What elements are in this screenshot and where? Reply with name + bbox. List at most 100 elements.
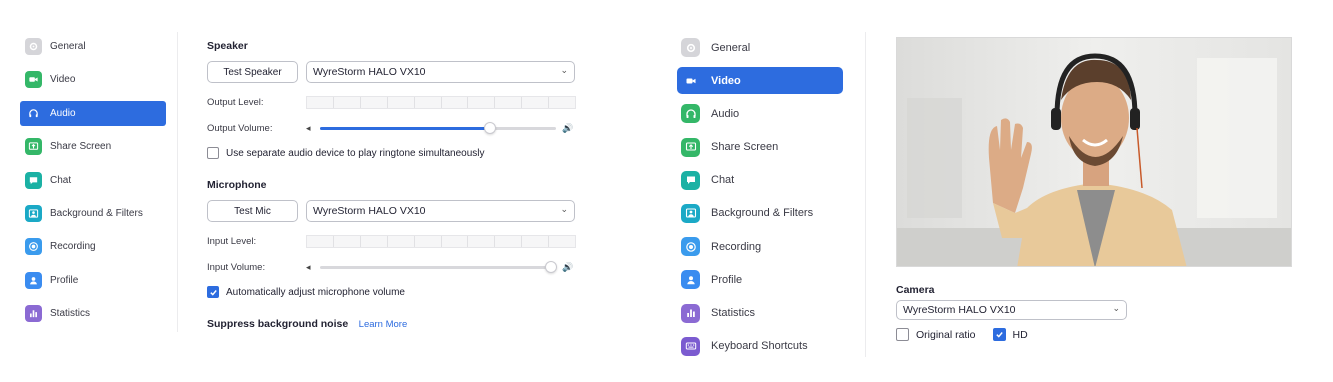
ringtone-device-checkbox[interactable]	[207, 147, 219, 159]
sidebar-item-label: Statistics	[50, 308, 91, 320]
output-volume-label: Output Volume:	[207, 122, 273, 134]
sidebar-item-label: Recording	[50, 241, 96, 253]
chat-icon	[25, 171, 42, 189]
input-level-meter	[306, 234, 576, 248]
original-ratio-label: Original ratio	[916, 328, 976, 341]
microphone-section-title: Microphone	[207, 179, 267, 191]
audio-settings-panel: Speaker Test Speaker WyreStorm HALO VX10…	[207, 40, 579, 332]
background-icon	[25, 204, 42, 222]
sidebar-item-label: Chat	[711, 174, 735, 187]
learn-more-link[interactable]: Learn More	[359, 319, 408, 330]
checkmark-icon	[995, 332, 1003, 338]
ringtone-device-option[interactable]: Use separate audio device to play ringto…	[207, 146, 579, 160]
checkmark-icon	[209, 289, 217, 296]
original-ratio-option[interactable]: Original ratio	[896, 328, 976, 341]
sidebar-item-label: Statistics	[711, 307, 756, 319]
input-volume-label: Input Volume:	[207, 261, 266, 273]
sidebar-item-chat[interactable]: Chat	[20, 168, 166, 193]
sidebar-item-chat[interactable]: Chat	[677, 167, 843, 194]
output-volume-slider[interactable]	[320, 121, 556, 134]
input-volume-slider[interactable]	[320, 260, 558, 273]
ringtone-device-label: Use separate audio device to play ringto…	[226, 147, 485, 159]
sidebar-item-label: Audio	[50, 107, 76, 119]
video-camera-icon	[25, 71, 42, 89]
gear-icon	[25, 38, 42, 55]
profile-icon	[681, 270, 700, 290]
auto-adjust-mic-checkbox[interactable]	[207, 286, 219, 298]
sidebar-item-label: Audio	[711, 107, 740, 120]
sidebar-item-label: Share Screen	[711, 141, 779, 154]
profile-icon	[25, 271, 42, 289]
statistics-icon	[25, 305, 42, 323]
camera-device-value: WyreStorm HALO VX10	[903, 304, 1016, 316]
sidebar-divider	[865, 32, 866, 357]
chevron-down-icon: ⌄	[1112, 303, 1120, 313]
sidebar-item-recording[interactable]: Recording	[20, 234, 166, 259]
keyboard-icon	[681, 336, 700, 356]
sidebar-item-recording[interactable]: Recording	[677, 233, 843, 260]
sidebar-item-general[interactable]: General	[20, 34, 166, 59]
sidebar-item-video[interactable]: Video	[677, 67, 843, 95]
hd-option[interactable]: HD	[992, 328, 1028, 341]
sidebar-item-label: Chat	[50, 174, 72, 186]
statistics-icon	[681, 303, 700, 323]
output-level-meter	[306, 95, 576, 109]
sidebar-item-label: General	[50, 41, 86, 52]
speaker-section-title: Speaker	[207, 40, 248, 52]
sidebar-item-label: Video	[50, 74, 76, 86]
volume-low-icon: ◂	[306, 261, 311, 272]
sidebar-item-keyboard-shortcuts[interactable]: Keyboard Shortcuts	[677, 333, 843, 360]
sidebar-item-general[interactable]: General	[677, 34, 843, 61]
original-ratio-checkbox[interactable]	[896, 328, 909, 341]
share-screen-icon	[681, 137, 700, 157]
recording-icon	[681, 237, 700, 257]
sidebar-item-label: Recording	[711, 240, 762, 253]
microphone-device-select[interactable]: WyreStorm HALO VX10 ⌄	[306, 200, 575, 222]
auto-adjust-mic-label: Automatically adjust microphone volume	[226, 286, 405, 298]
chevron-down-icon: ⌄	[560, 65, 568, 75]
suppress-noise-title: Suppress background noise	[207, 318, 349, 330]
sidebar-item-profile[interactable]: Profile	[20, 268, 166, 293]
video-camera-icon	[681, 71, 700, 90]
sidebar-item-profile[interactable]: Profile	[677, 266, 843, 293]
input-level-label: Input Level:	[207, 235, 257, 247]
background-icon	[681, 203, 700, 223]
sidebar-item-audio[interactable]: Audio	[677, 100, 843, 127]
sidebar-item-share-screen[interactable]: Share Screen	[20, 134, 166, 159]
sidebar-item-label: Keyboard Shortcuts	[711, 340, 808, 353]
sidebar-item-label: Video	[711, 74, 741, 87]
recording-icon	[25, 238, 42, 256]
auto-adjust-mic-option[interactable]: Automatically adjust microphone volume	[207, 285, 579, 299]
sidebar-item-audio[interactable]: Audio	[20, 100, 166, 126]
test-mic-button[interactable]: Test Mic	[207, 200, 298, 222]
share-screen-icon	[25, 138, 42, 156]
sidebar-item-share-screen[interactable]: Share Screen	[677, 134, 843, 161]
hd-label: HD	[1012, 328, 1028, 341]
output-volume-fill	[320, 126, 490, 130]
microphone-device-value: WyreStorm HALO VX10	[313, 205, 426, 217]
camera-device-select[interactable]: WyreStorm HALO VX10 ⌄	[896, 300, 1127, 320]
headphones-icon	[25, 105, 42, 122]
camera-preview	[896, 37, 1292, 267]
sidebar-item-label: Share Screen	[50, 141, 112, 153]
gear-icon	[681, 38, 700, 57]
output-volume-handle[interactable]	[483, 121, 496, 134]
input-volume-handle[interactable]	[545, 260, 558, 273]
sidebar-item-label: Profile	[711, 273, 743, 286]
sidebar-item-statistics[interactable]: Statistics	[20, 301, 166, 326]
sidebar-item-label: General	[711, 41, 751, 54]
sidebar-item-label: Background & Filters	[50, 207, 143, 219]
sidebar-item-label: Profile	[50, 274, 79, 286]
right-settings-sidebar: General Video Audio Share Screen Chat Ba…	[677, 34, 843, 366]
test-speaker-button[interactable]: Test Speaker	[207, 61, 298, 83]
volume-high-icon: 🔊	[562, 261, 574, 272]
speaker-device-select[interactable]: WyreStorm HALO VX10 ⌄	[306, 61, 575, 83]
hd-checkbox[interactable]	[992, 328, 1006, 341]
left-settings-sidebar: General Video Audio Share Screen Chat Ba…	[20, 34, 166, 335]
headphones-icon	[681, 104, 700, 124]
sidebar-item-video[interactable]: Video	[20, 67, 166, 92]
sidebar-item-statistics[interactable]: Statistics	[677, 300, 843, 327]
sidebar-item-background-filters[interactable]: Background & Filters	[20, 201, 166, 226]
camera-preview-image	[897, 38, 1291, 266]
sidebar-item-background-filters[interactable]: Background & Filters	[677, 200, 843, 227]
